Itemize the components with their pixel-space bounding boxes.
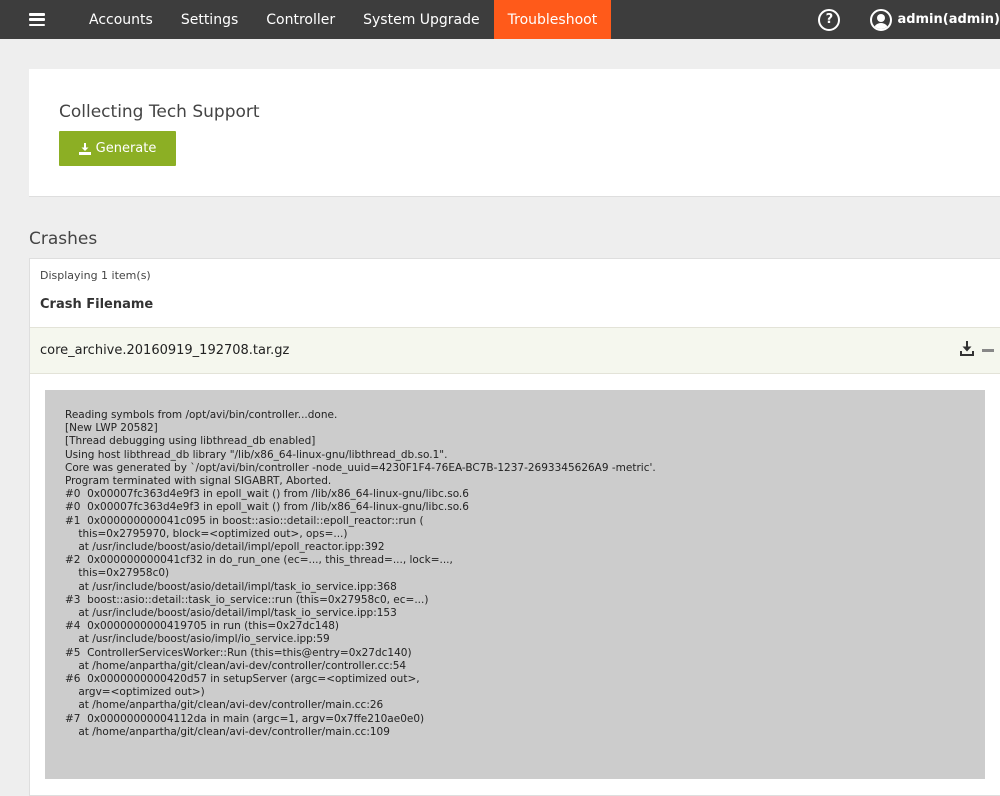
crashes-panel: Displaying 1 item(s) Crash Filename core… [29,258,1000,796]
table-row[interactable]: core_archive.20160919_192708.tar.gz [30,327,1000,374]
download-icon[interactable] [960,341,974,357]
item-count: Displaying 1 item(s) [40,269,151,282]
generate-button[interactable]: Generate [59,131,176,166]
nav-right-group: ? admin(admin) [818,0,1000,39]
minus-icon[interactable] [982,349,994,352]
tech-support-title: Collecting Tech Support [59,102,260,122]
nav-tab-system-upgrade[interactable]: System Upgrade [349,0,494,39]
column-header-crash-filename[interactable]: Crash Filename [40,297,153,312]
generate-button-label: Generate [95,141,157,156]
download-icon [78,142,91,155]
crash-trace-text: Reading symbols from /opt/avi/bin/contro… [65,409,656,738]
user-label: admin(admin) [897,12,1000,27]
nav-tab-troubleshoot[interactable]: Troubleshoot [493,0,612,39]
user-avatar-icon [870,8,893,31]
hamburger-menu-icon[interactable] [0,0,75,39]
nav-tab-controller[interactable]: Controller [252,0,349,39]
tech-support-panel: Collecting Tech Support Generate [29,69,1000,197]
crash-trace-box: Reading symbols from /opt/avi/bin/contro… [45,390,985,779]
crashes-heading: Crashes [29,229,98,249]
crash-filename: core_archive.20160919_192708.tar.gz [40,343,290,358]
user-menu[interactable]: admin(admin) [870,8,1000,31]
top-navigation-bar: Accounts Settings Controller System Upgr… [0,0,1000,39]
nav-tab-settings[interactable]: Settings [167,0,252,39]
nav-tab-accounts[interactable]: Accounts [75,0,167,39]
help-icon[interactable]: ? [818,8,841,31]
